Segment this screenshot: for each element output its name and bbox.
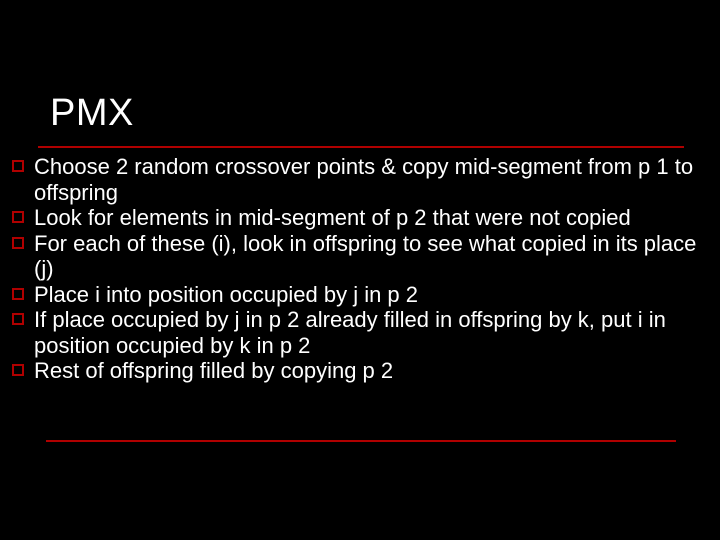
list-item: Look for elements in mid-segment of p 2 … bbox=[12, 205, 712, 231]
divider-top bbox=[38, 146, 684, 148]
square-bullet-icon bbox=[12, 364, 24, 376]
square-bullet-icon bbox=[12, 313, 24, 325]
list-item: Rest of offspring filled by copying p 2 bbox=[12, 358, 712, 384]
slide-title: PMX bbox=[50, 92, 134, 135]
square-bullet-icon bbox=[12, 237, 24, 249]
divider-bottom bbox=[46, 440, 676, 442]
list-item-text: Place i into position occupied by j in p… bbox=[34, 282, 712, 308]
square-bullet-icon bbox=[12, 288, 24, 300]
list-item-text: If place occupied by j in p 2 already fi… bbox=[34, 307, 712, 358]
square-bullet-icon bbox=[12, 160, 24, 172]
list-item-text: Rest of offspring filled by copying p 2 bbox=[34, 358, 712, 384]
list-item: Choose 2 random crossover points & copy … bbox=[12, 154, 712, 205]
slide: PMX Choose 2 random crossover points & c… bbox=[0, 0, 720, 540]
slide-body: Choose 2 random crossover points & copy … bbox=[12, 154, 712, 384]
list-item-text: For each of these (i), look in offspring… bbox=[34, 231, 712, 282]
list-item: If place occupied by j in p 2 already fi… bbox=[12, 307, 712, 358]
list-item: Place i into position occupied by j in p… bbox=[12, 282, 712, 308]
list-item-text: Choose 2 random crossover points & copy … bbox=[34, 154, 712, 205]
square-bullet-icon bbox=[12, 211, 24, 223]
list-item-text: Look for elements in mid-segment of p 2 … bbox=[34, 205, 712, 231]
list-item: For each of these (i), look in offspring… bbox=[12, 231, 712, 282]
